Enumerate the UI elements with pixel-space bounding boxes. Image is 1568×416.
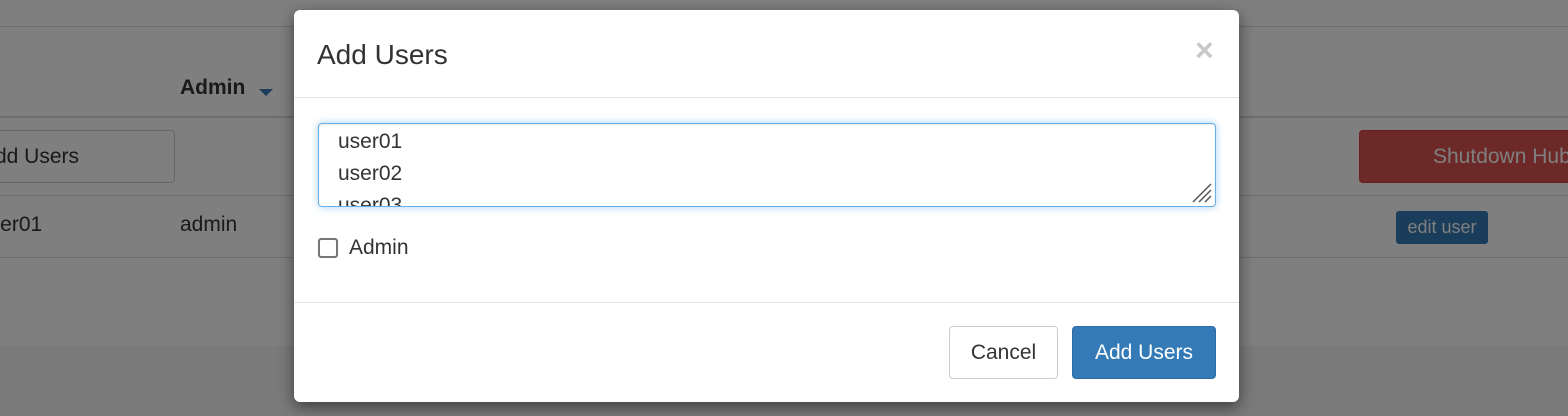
- admin-checkbox-label[interactable]: Admin: [349, 236, 409, 260]
- modal-title: Add Users: [317, 39, 448, 70]
- add-users-submit-button[interactable]: Add Users: [1072, 326, 1216, 379]
- resize-grip-icon[interactable]: [1189, 180, 1213, 204]
- modal-header: Add Users ×: [294, 10, 1239, 98]
- username-line: user01: [338, 130, 403, 153]
- cancel-button[interactable]: Cancel: [949, 326, 1058, 379]
- usernames-list: user01 user02 user03: [338, 126, 403, 207]
- usernames-textarea[interactable]: user01 user02 user03: [318, 123, 1216, 207]
- username-line: user02: [338, 162, 403, 185]
- close-icon[interactable]: ×: [1195, 34, 1214, 66]
- username-line: user03: [338, 194, 403, 207]
- admin-checkbox[interactable]: [318, 238, 338, 258]
